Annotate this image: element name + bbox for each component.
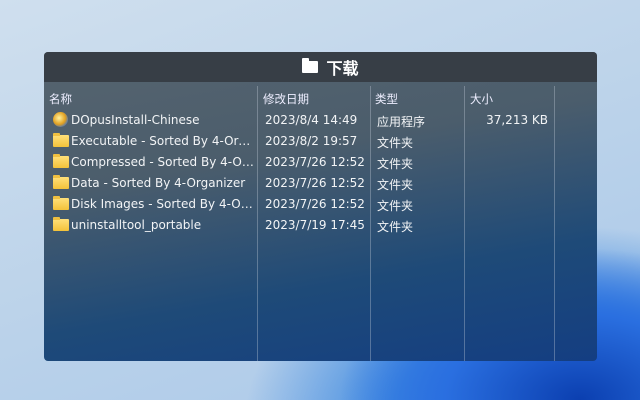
file-date: 2023/7/26 12:52: [265, 197, 365, 211]
folder-icon: [53, 133, 69, 147]
file-type: 应用程序: [377, 115, 426, 129]
column-header-size[interactable]: 大小: [470, 91, 493, 107]
file-size: 37,213 KB: [486, 113, 548, 127]
file-name: uninstalltool_portable: [71, 218, 202, 232]
title-bar[interactable]: 下载: [44, 52, 597, 82]
file-type: 文件夹: [377, 136, 414, 150]
folder-icon: [53, 217, 69, 231]
folder-icon: [302, 58, 319, 73]
file-type: 文件夹: [377, 157, 414, 171]
column-header-type[interactable]: 类型: [375, 91, 398, 107]
file-type: 文件夹: [377, 178, 414, 192]
file-date: 2023/7/26 12:52: [265, 176, 365, 190]
column-header-name[interactable]: 名称: [49, 91, 72, 107]
file-name: Disk Images - Sorted By 4-Organizer: [71, 197, 255, 211]
folder-icon: [53, 196, 69, 210]
file-type: 文件夹: [377, 199, 414, 213]
file-date: 2023/7/19 17:45: [265, 218, 365, 232]
file-row[interactable]: Compressed - Sorted By 4-Organizer 2023/…: [44, 152, 597, 173]
file-name: Executable - Sorted By 4-Organizer: [71, 134, 255, 148]
folder-icon: [53, 175, 69, 189]
file-date: 2023/8/4 14:49: [265, 113, 358, 127]
file-row[interactable]: DOpusInstall-Chinese 2023/8/4 14:49 应用程序…: [44, 110, 597, 131]
file-name: Compressed - Sorted By 4-Organizer: [71, 155, 255, 169]
file-name: DOpusInstall-Chinese: [71, 113, 200, 127]
folder-icon: [53, 154, 69, 168]
file-type: 文件夹: [377, 220, 414, 234]
file-row[interactable]: Executable - Sorted By 4-Organizer 2023/…: [44, 131, 597, 152]
file-list-window: 下载 名称 修改日期 类型 大小 DOpusInstall-Chinese 20…: [44, 52, 597, 361]
column-header-date[interactable]: 修改日期: [263, 91, 309, 107]
file-date: 2023/8/2 19:57: [265, 134, 358, 148]
file-row[interactable]: uninstalltool_portable 2023/7/19 17:45 文…: [44, 215, 597, 236]
file-name: Data - Sorted By 4-Organizer: [71, 176, 246, 190]
window-title: 下载: [326, 59, 359, 78]
app-installer-icon: [53, 112, 68, 127]
file-date: 2023/7/26 12:52: [265, 155, 365, 169]
file-row[interactable]: Disk Images - Sorted By 4-Organizer 2023…: [44, 194, 597, 215]
file-row[interactable]: Data - Sorted By 4-Organizer 2023/7/26 1…: [44, 173, 597, 194]
